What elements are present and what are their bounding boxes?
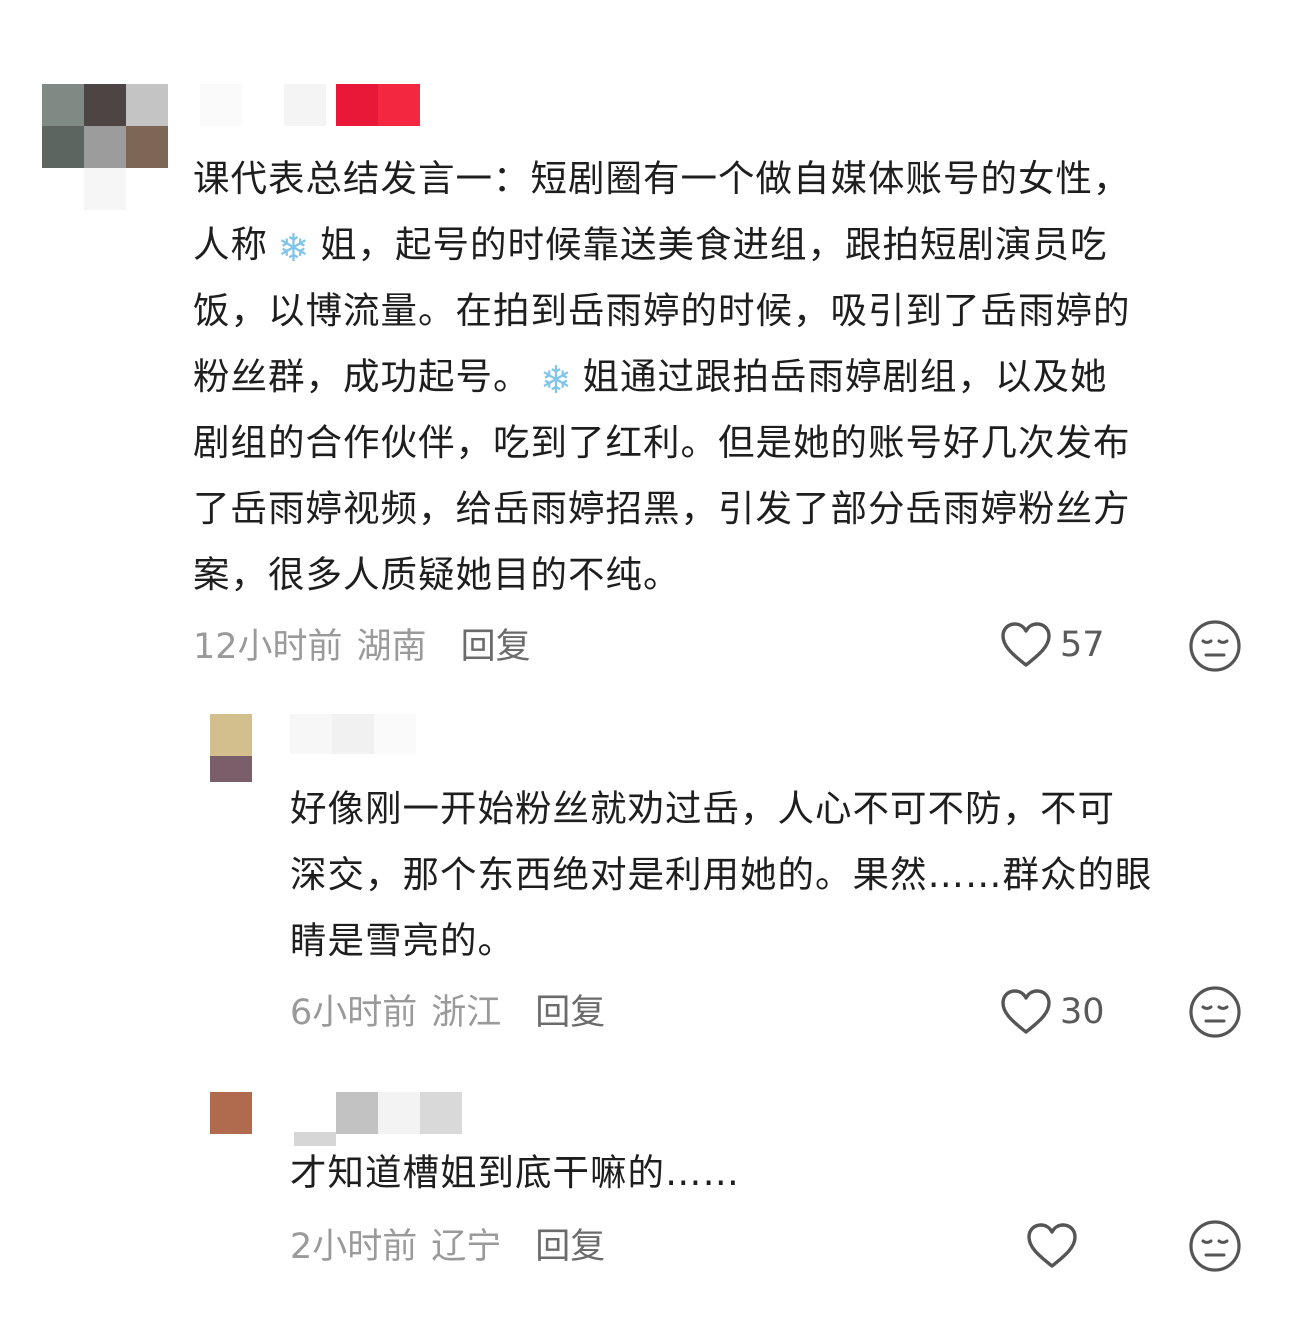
reply-button[interactable]: 回复 [461,618,531,669]
comment-text-line: 了岳雨婷视频，给岳雨婷招黑，引发了部分岳雨婷粉丝方 [193,487,1131,530]
comment-text-line: 案，很多人质疑她目的不纯。 [193,553,681,596]
like-count: 57 [1060,625,1105,665]
comment-text-line: 才知道槽姐到底干嘛的…… [290,1151,740,1194]
comment-text-line: 粉丝群，成功起号。 ❄ 姐通过跟拍岳雨婷剧组，以及她 [193,355,1108,402]
comment-text-line: 睛是雪亮的。 [290,919,515,962]
heart-outline-icon [1001,622,1051,667]
comment-2: 好像刚一开始粉丝就劝过岳，人心不可不防，不可 深交，那个东西绝对是利用她的。果然…… [0,700,1290,1070]
neutral-face-icon[interactable] [1188,619,1242,673]
comment-1: 课代表总结发言一：短剧圈有一个做自媒体账号的女性， 人称 ❄ 姐，起号的时候靠送美食进… [0,0,1290,690]
reply-button[interactable]: 回复 [535,1218,605,1269]
comment-text-line: 饭，以博流量。在拍到岳雨婷的时候，吸引到了岳雨婷的 [193,289,1131,332]
like-button[interactable]: 30 [1000,984,1105,1040]
avatar[interactable] [210,1092,252,1134]
neutral-face-icon[interactable] [1188,985,1242,1039]
avatar[interactable] [210,714,252,782]
snowflake-emoji: ❄ [540,358,573,402]
comment-text-line: 人称 ❄ 姐，起号的时候靠送美食进组，跟拍短剧演员吃 [193,223,1108,270]
comment-time: 2小时前 [290,1226,418,1267]
comment-text-line: 课代表总结发言一：短剧圈有一个做自媒体账号的女性， [193,157,1131,200]
like-button[interactable] [1026,1218,1078,1274]
comment-location: 湖南 [356,626,427,667]
comment-text-line: 剧组的合作伙伴，吃到了红利。但是她的账号好几次发布 [193,421,1131,464]
like-count: 30 [1060,992,1105,1032]
comment-time: 6小时前 [290,992,418,1033]
comment-meta: 12小时前 湖南 回复 [193,618,531,668]
comment-location: 浙江 [431,992,502,1033]
comment-text-line: 好像刚一开始粉丝就劝过岳，人心不可不防，不可 [290,787,1115,830]
like-button[interactable]: 57 [1000,617,1105,673]
heart-outline-icon [1001,989,1051,1034]
comment-3: 才知道槽姐到底干嘛的…… 2小时前 辽宁 回复 [0,1080,1290,1343]
comment-text: 才知道槽姐到底干嘛的…… [290,1140,1260,1206]
snowflake-emoji: ❄ [277,226,311,270]
comment-text: 课代表总结发言一：短剧圈有一个做自媒体账号的女性， 人称 ❄ 姐，起号的时候靠送美食进… [193,146,1253,608]
heart-outline-icon [1027,1223,1077,1268]
comment-meta: 2小时前 辽宁 回复 [290,1218,605,1268]
avatar[interactable] [42,84,168,210]
neutral-face-icon[interactable] [1188,1219,1242,1273]
username-blurred[interactable] [200,84,420,126]
comment-meta: 6小时前 浙江 回复 [290,984,605,1034]
comment-text-line: 深交，那个东西绝对是利用她的。果然……群众的眼 [290,853,1153,896]
comment-time: 12小时前 [193,626,343,667]
username-blurred[interactable] [294,1092,462,1146]
username-blurred[interactable] [290,714,416,754]
reply-button[interactable]: 回复 [535,984,605,1035]
comment-location: 辽宁 [431,1226,502,1267]
comment-text: 好像刚一开始粉丝就劝过岳，人心不可不防，不可 深交，那个东西绝对是利用她的。果然…… [290,776,1260,974]
